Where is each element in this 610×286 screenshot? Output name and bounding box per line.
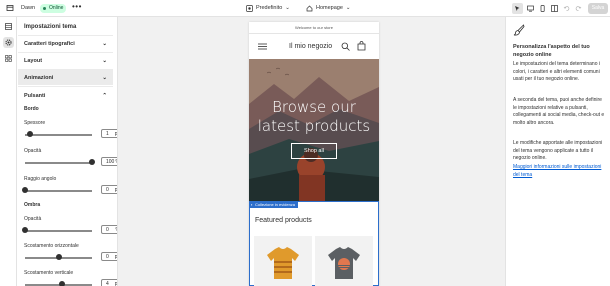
divider [18,86,113,87]
vertical-offset-value: 4 [106,280,109,286]
info-paragraph-2: A seconda del tema, puoi anche definire … [513,97,605,126]
announcement-bar[interactable]: Welcome to our store [249,22,379,34]
shadow-opacity-value: 0 [106,226,109,233]
chevron-down-icon: ⌄ [102,40,107,47]
exit-icon[interactable] [6,4,14,14]
home-icon [306,5,313,12]
theme-settings-panel: Impostazioni tema Caratteri tipografici … [17,17,118,286]
shadow-opacity-slider-thumb[interactable] [22,227,28,233]
cart-icon[interactable] [357,41,366,51]
redo-icon[interactable] [573,3,584,14]
section-layout-label: Layout [24,57,43,64]
page-selector[interactable]: Homepage ⌄ [306,3,351,14]
thickness-value: 1 [106,130,109,137]
horizontal-offset-input[interactable]: 0 px [101,252,117,261]
product-card[interactable] [315,236,373,286]
featured-products-title: Featured products [255,217,312,224]
hero-title: Browse our latest products [249,98,379,136]
product-card[interactable] [254,236,312,286]
store-name: Dawn [21,5,36,11]
store-preview: Welcome to our store Il mio negozio Brow… [249,22,379,286]
theme-selector[interactable]: Predefinito ⌄ [246,3,290,14]
section-animations-label: Animazioni [24,74,54,81]
settings-icon[interactable] [3,37,14,48]
chevron-down-icon: ⌄ [102,74,107,81]
chevron-up-icon: ⌃ [102,92,107,99]
shadow-label: Ombra [24,202,41,208]
section-typography[interactable]: Caratteri tipografici ⌄ [18,36,113,51]
learn-more-link[interactable]: Maggiori informazioni sulle impostazioni… [513,164,605,179]
top-bar: Dawn Online ••• Predefinito ⌄ Homepage ⌄… [0,0,610,17]
horizontal-offset-label: Scostamento orizzontale [24,243,79,249]
thickness-slider-thumb[interactable] [27,131,34,137]
info-panel: Personalizza l'aspetto del tuo negozio o… [505,17,610,286]
opacity-slider[interactable] [25,162,92,164]
opacity-value: 100 [106,158,115,165]
more-actions-button[interactable]: ••• [72,2,82,11]
mobile-icon[interactable] [537,3,548,14]
section-typography-label: Caratteri tipografici [24,40,75,47]
save-button[interactable]: Salva [588,3,608,14]
shop-all-button[interactable]: Shop all [291,143,337,159]
radius-slider-thumb[interactable] [22,187,28,193]
hero-banner[interactable]: Browse our latest products Shop all [249,59,379,201]
theme-selector-label: Predefinito [256,5,283,11]
info-paragraph-1: Le impostazioni del tema determinano i c… [513,61,600,82]
section-buttons-label: Pulsanti [24,92,46,99]
info-heading: Personalizza l'aspetto del tuo negozio o… [513,44,590,58]
chevron-down-icon: ⌄ [285,5,290,11]
undo-icon[interactable] [561,3,572,14]
section-buttons[interactable]: Pulsanti ⌃ [18,88,113,103]
theme-icon [246,5,253,12]
tshirt-gray-image [328,247,360,279]
store-logo[interactable]: Il mio negozio [289,43,332,50]
tshirt-orange-image [267,247,299,279]
radius-label: Raggio angolo [24,176,57,182]
thickness-label: Spessore [24,120,46,126]
radius-value: 0 [106,186,109,193]
info-paragraph-3: Le modifiche apportate alle impostazioni… [513,140,603,161]
chevron-down-icon: ⌄ [102,57,107,64]
thickness-input[interactable]: 1 px [101,129,117,138]
opacity-input[interactable]: 100 % [101,157,117,166]
thickness-slider[interactable] [25,134,92,136]
search-icon[interactable] [341,42,350,51]
vertical-offset-slider-thumb[interactable] [58,281,65,286]
shadow-opacity-slider[interactable] [25,230,92,232]
horizontal-offset-value: 0 [106,253,109,260]
horizontal-offset-slider-thumb[interactable] [55,254,62,260]
store-header: Il mio negozio [249,34,379,59]
sections-icon[interactable] [3,21,14,32]
vertical-offset-input[interactable]: 4 px [101,279,117,286]
status-badge: Online [40,4,67,13]
section-tag-label: Collezione in evidenza [255,202,296,207]
panel-title: Impostazioni tema [24,24,77,30]
border-label: Bordo [24,106,39,112]
shadow-opacity-label: Opacità [24,216,42,222]
hero-title-line2: latest products [257,117,371,135]
section-tag: ▪ Collezione in evidenza [249,201,299,208]
opacity-slider-thumb[interactable] [89,159,95,165]
collection-icon: ▪ [251,202,253,207]
preview-canvas: Welcome to our store Il mio negozio Brow… [118,17,505,286]
opacity-label: Opacità [24,148,42,154]
vertical-offset-label: Scostamento verticale [24,270,74,276]
menu-icon[interactable] [258,43,267,50]
sidebar-rail [0,17,17,286]
inspector-icon[interactable] [512,3,523,14]
radius-slider[interactable] [25,190,92,192]
apps-icon[interactable] [3,53,14,64]
section-animations[interactable]: Animazioni ⌄ [18,70,113,85]
shadow-opacity-input[interactable]: 0 % [101,225,117,234]
chevron-down-icon: ⌄ [345,5,351,11]
page-selector-label: Homepage [316,5,343,11]
fullscreen-icon[interactable] [549,3,560,14]
desktop-icon[interactable] [525,3,536,14]
section-layout[interactable]: Layout ⌄ [18,53,113,68]
radius-input[interactable]: 0 px [101,185,117,194]
hero-title-line1: Browse our [272,98,356,116]
paintbrush-icon [513,24,525,36]
